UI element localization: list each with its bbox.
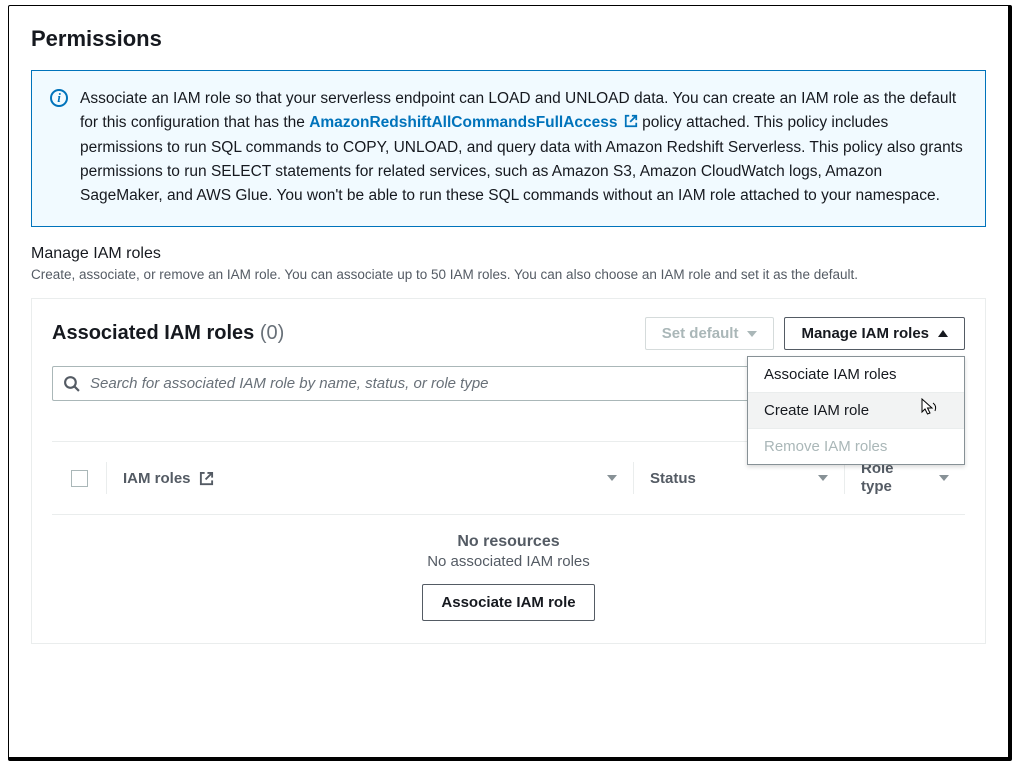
policy-link[interactable]: AmazonRedshiftAllCommandsFullAccess (309, 114, 642, 131)
search-icon (63, 375, 80, 392)
roles-count: (0) (260, 322, 284, 344)
set-default-label: Set default (662, 325, 739, 342)
column-iam-roles-label: IAM roles (123, 470, 191, 487)
column-role-type-label: Role type (861, 460, 927, 496)
section-title: Permissions (31, 26, 986, 52)
info-text: Associate an IAM role so that your serve… (80, 87, 967, 208)
column-role-type[interactable]: Role type (845, 460, 965, 496)
manage-iam-roles-label: Manage IAM roles (801, 325, 929, 342)
manage-description: Create, associate, or remove an IAM role… (31, 267, 986, 282)
header-actions: Set default Manage IAM roles (645, 317, 965, 350)
manage-heading: Manage IAM roles (31, 245, 986, 263)
associated-roles-card: Associated IAM roles (0) Set default Man… (31, 298, 986, 644)
sort-icon (607, 475, 617, 481)
select-all-checkbox[interactable] (71, 470, 88, 487)
sort-icon (939, 475, 949, 481)
associate-iam-role-button[interactable]: Associate IAM role (422, 584, 594, 621)
dropdown-remove-iam-roles: Remove IAM roles (748, 428, 964, 464)
inner-title-text: Associated IAM roles (52, 322, 254, 344)
select-all-column (52, 470, 106, 487)
column-status-label: Status (650, 470, 696, 487)
external-link-icon (199, 471, 214, 486)
manage-roles-dropdown: Associate IAM roles Create IAM role Remo… (747, 356, 965, 465)
info-alert: i Associate an IAM role so that your ser… (31, 70, 986, 227)
column-iam-roles[interactable]: IAM roles (107, 470, 633, 487)
inner-header: Associated IAM roles (0) Set default Man… (52, 317, 965, 350)
inner-title: Associated IAM roles (0) (52, 322, 284, 345)
dropdown-create-iam-role[interactable]: Create IAM role (748, 392, 964, 428)
empty-subtitle: No associated IAM roles (52, 553, 965, 570)
policy-link-label: AmazonRedshiftAllCommandsFullAccess (309, 114, 617, 131)
caret-down-icon (747, 331, 757, 337)
empty-title: No resources (52, 533, 965, 551)
set-default-button[interactable]: Set default (645, 317, 775, 350)
dropdown-associate-iam-roles[interactable]: Associate IAM roles (748, 357, 964, 392)
external-link-icon (624, 112, 638, 136)
column-status[interactable]: Status (634, 470, 844, 487)
cursor-icon (921, 398, 938, 422)
permissions-panel: Permissions i Associate an IAM role so t… (8, 5, 1012, 761)
manage-iam-roles-button[interactable]: Manage IAM roles (784, 317, 965, 350)
dropdown-create-label: Create IAM role (764, 402, 869, 419)
info-icon: i (50, 89, 68, 107)
empty-state: No resources No associated IAM roles Ass… (52, 515, 965, 621)
caret-up-icon (938, 330, 948, 337)
sort-icon (818, 475, 828, 481)
